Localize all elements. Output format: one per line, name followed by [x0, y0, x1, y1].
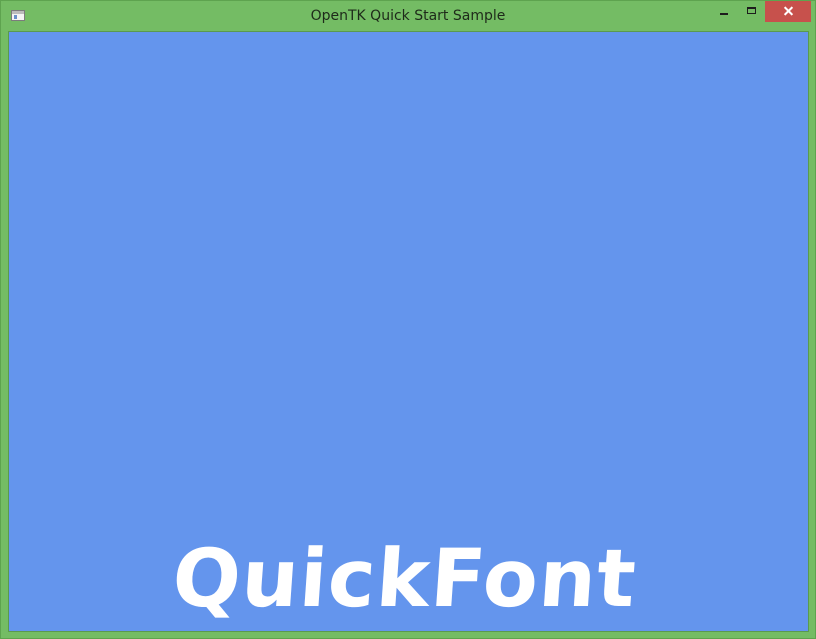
title-bar[interactable]: OpenTK Quick Start Sample: [1, 1, 815, 31]
maximize-button[interactable]: [738, 1, 764, 22]
minimize-button[interactable]: [711, 1, 737, 22]
app-window: OpenTK Quick Start Sample QuickFont: [0, 0, 816, 639]
close-button[interactable]: [765, 1, 811, 22]
render-canvas[interactable]: QuickFont: [8, 31, 809, 632]
maximize-icon: [746, 7, 756, 14]
close-icon: [783, 6, 794, 17]
minimize-icon: [720, 12, 728, 15]
window-title: OpenTK Quick Start Sample: [310, 8, 506, 24]
quickfont-logo-text: QuickFont: [169, 532, 640, 625]
